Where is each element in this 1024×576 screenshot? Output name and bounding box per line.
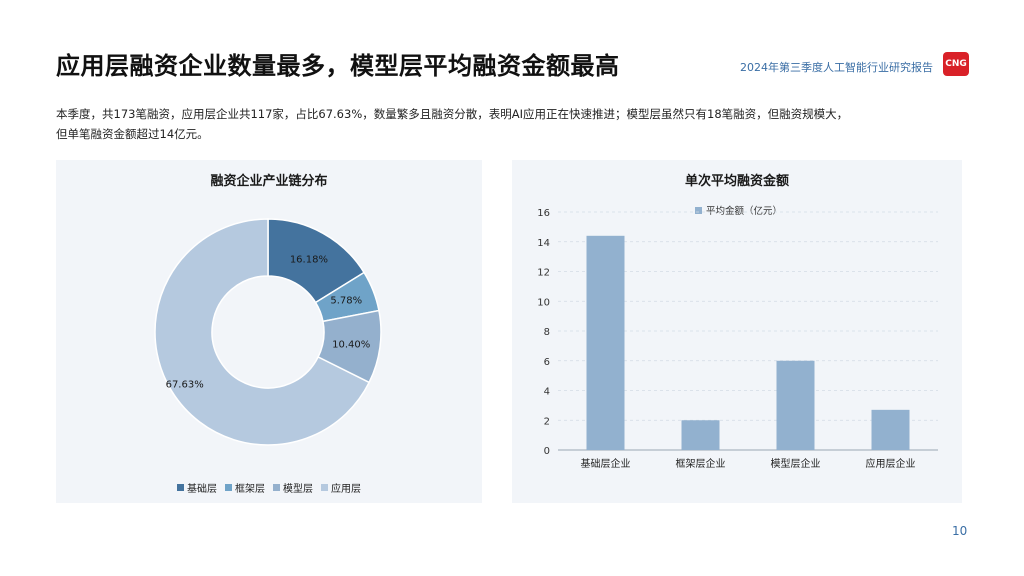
y-tick-label: 4 — [544, 387, 550, 398]
donut-legend-label: 应用层 — [331, 484, 361, 495]
donut-legend-item-application: 应用层 — [321, 480, 361, 495]
bar-chart: 0 2 4 6 8 10 12 14 16 基础层企业 框架层企业 模型层企业 应用层企业 — [537, 208, 938, 470]
donut-label-base: 16.18% — [290, 255, 328, 266]
donut-legend: 基础层 框架层 模型层 应用层 — [56, 480, 482, 495]
x-tick-label-framework: 框架层企业 — [676, 457, 726, 470]
donut-label-model: 10.40% — [332, 339, 370, 350]
x-tick-label-application: 应用层企业 — [866, 457, 916, 470]
y-tick-label: 14 — [537, 238, 550, 249]
donut-label-framework: 5.78% — [330, 295, 362, 306]
page-number: 10 — [952, 524, 968, 538]
x-tick-label-base: 基础层企业 — [581, 457, 631, 470]
page-title: 应用层融资企业数量最多，模型层平均融资金额最高 — [56, 52, 620, 80]
donut-legend-item-base: 基础层 — [177, 480, 217, 495]
donut-chart-panel: 融资企业产业链分布 16.18% 5.78% 10.40% 67.63% 基础层 框架层… — [56, 160, 482, 503]
donut-legend-swatch — [321, 484, 328, 491]
bar-application — [871, 409, 910, 450]
y-tick-label: 10 — [537, 297, 550, 308]
donut-legend-item-framework: 框架层 — [225, 480, 265, 495]
donut-chart: 16.18% 5.78% 10.40% 67.63% — [154, 218, 382, 446]
logo-text: CNG — [945, 59, 967, 69]
y-tick-label: 2 — [544, 416, 550, 427]
y-tick-label: 0 — [544, 446, 550, 457]
summary-line-1: 本季度，共173笔融资，应用层企业共117家，占比67.63%，数量繁多且融资分… — [56, 107, 849, 121]
y-tick-label: 6 — [544, 357, 550, 368]
bar-chart-panel: 单次平均融资金额 平均金额（亿元） 0 2 4 6 8 10 12 14 16 基础层企业 框架层企… — [512, 160, 962, 503]
summary-line-2: 但单笔融资金额超过14亿元。 — [56, 127, 209, 141]
brand-logo: CNG — [943, 52, 969, 76]
donut-legend-swatch — [225, 484, 232, 491]
bar-base — [586, 235, 625, 450]
bar-model — [776, 360, 815, 450]
report-name: 2024年第三季度人工智能行业研究报告 — [740, 61, 933, 74]
donut-legend-swatch — [177, 484, 184, 491]
x-tick-label-model: 模型层企业 — [771, 457, 821, 470]
y-tick-label: 12 — [537, 268, 550, 279]
donut-legend-label: 基础层 — [187, 484, 217, 495]
summary-text: 本季度，共173笔融资，应用层企业共117家，占比67.63%，数量繁多且融资分… — [56, 104, 956, 144]
y-tick-label: 8 — [544, 327, 550, 338]
bar-framework — [681, 420, 720, 450]
donut-legend-item-model: 模型层 — [273, 480, 313, 495]
donut-legend-swatch — [273, 484, 280, 491]
donut-legend-label: 框架层 — [235, 484, 265, 495]
y-tick-label: 16 — [537, 208, 550, 219]
donut-legend-label: 模型层 — [283, 484, 313, 495]
donut-label-application: 67.63% — [166, 380, 204, 391]
